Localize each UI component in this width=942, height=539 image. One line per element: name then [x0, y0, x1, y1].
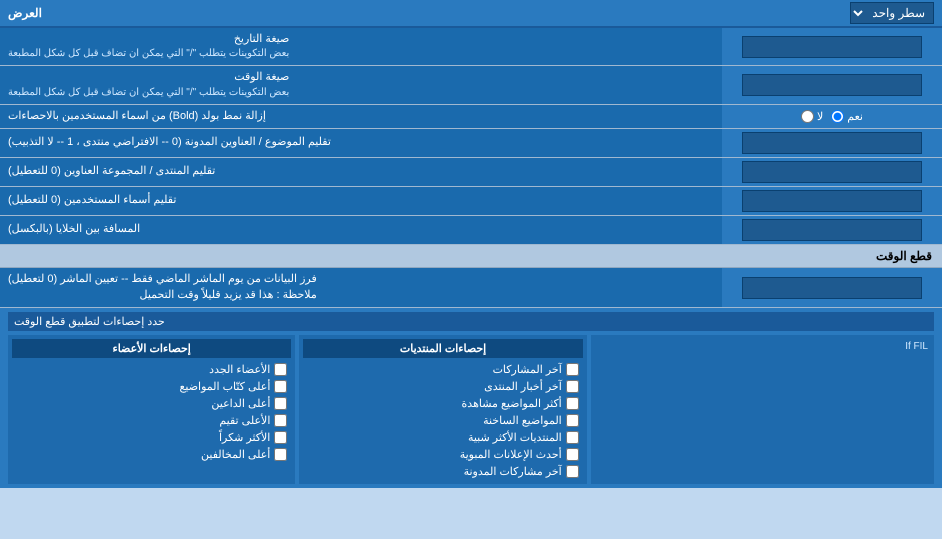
header-row: سطر واحد سطرين ثلاثة أسطر العرض: [0, 0, 942, 28]
time-cut-input[interactable]: 0: [742, 277, 922, 299]
forum-titles-input-container: 33: [722, 129, 942, 157]
bold-remove-label: إزالة نمط بولد (Bold) من اسماء المستخدمي…: [0, 105, 722, 128]
member-stat-label-3: أعلى الداعين: [211, 397, 270, 410]
radio-no-text: لا: [817, 110, 823, 123]
stat-checkbox-5[interactable]: [566, 431, 579, 444]
forum-titles-input[interactable]: 33: [742, 132, 922, 154]
member-stat-item-4: الأعلى تقيم: [12, 412, 291, 429]
time-format-label: صيغة الوقت بعض التكوينات يتطلب "/" التي …: [0, 66, 722, 103]
stat-label-7: آخر مشاركات المدونة: [464, 465, 562, 478]
user-names-row: 0 تقليم أسماء المستخدمين (0 للتعطيل): [0, 187, 942, 216]
date-format-row: d-m صيغة التاريخ بعض التكوينات يتطلب "/"…: [0, 28, 942, 66]
time-cut-input-container: 0: [722, 268, 942, 307]
member-stat-checkbox-2[interactable]: [274, 380, 287, 393]
stats-section: حدد إحصاءات لتطبيق قطع الوقت If FIL إحصا…: [0, 308, 942, 488]
cell-spacing-label: المسافة بين الخلايا (بالبكسل): [0, 216, 722, 244]
member-stat-checkbox-3[interactable]: [274, 397, 287, 410]
date-format-input-container: d-m: [722, 28, 942, 65]
stat-checkbox-6[interactable]: [566, 448, 579, 461]
member-stat-item-3: أعلى الداعين: [12, 395, 291, 412]
radio-no-label[interactable]: لا: [801, 110, 823, 123]
stat-item-6: أحدث الإعلانات المبوية: [303, 446, 582, 463]
radio-yes-label[interactable]: نعم: [831, 110, 863, 123]
stat-label-3: أكثر المواضيع مشاهدة: [462, 397, 562, 410]
date-format-input[interactable]: d-m: [742, 36, 922, 58]
stats-columns: If FIL إحصاءات المنتديات آخر المشاركات آ…: [8, 335, 934, 484]
forum-group-row: 33 تقليم المنتدى / المجموعة العناوين (0 …: [0, 158, 942, 187]
user-names-label: تقليم أسماء المستخدمين (0 للتعطيل): [0, 187, 722, 215]
stat-checkbox-2[interactable]: [566, 380, 579, 393]
member-stat-label-2: أعلى كتّاب المواضيع: [180, 380, 271, 393]
members-stats-header: إحصاءات الأعضاء: [12, 339, 291, 358]
forums-stats-header: إحصاءات المنتديات: [303, 339, 582, 358]
member-stat-label-4: الأعلى تقيم: [219, 414, 270, 427]
stat-item-2: آخر أخبار المنتدى: [303, 378, 582, 395]
stat-label-5: المنتديات الأكثر شبية: [468, 431, 562, 444]
if-fil-label: If FIL: [595, 339, 930, 354]
bold-remove-row: نعم لا إزالة نمط بولد (Bold) من اسماء ال…: [0, 105, 942, 129]
bold-remove-radio-container: نعم لا: [722, 105, 942, 128]
member-stat-label-1: الأعضاء الجدد: [209, 363, 270, 376]
radio-yes[interactable]: [831, 110, 844, 123]
member-stat-item-2: أعلى كتّاب المواضيع: [12, 378, 291, 395]
stats-left-col: If FIL: [591, 335, 934, 484]
member-stat-item-1: الأعضاء الجدد: [12, 361, 291, 378]
member-stat-label-6: أعلى المخالفين: [201, 448, 270, 461]
member-stat-checkbox-1[interactable]: [274, 363, 287, 376]
stat-checkbox-3[interactable]: [566, 397, 579, 410]
stat-item-3: أكثر المواضيع مشاهدة: [303, 395, 582, 412]
stat-checkbox-4[interactable]: [566, 414, 579, 427]
stat-label-6: أحدث الإعلانات المبوية: [460, 448, 562, 461]
stat-label-4: المواضيع الساخنة: [483, 414, 562, 427]
main-container: سطر واحد سطرين ثلاثة أسطر العرض d-m صيغة…: [0, 0, 942, 488]
cell-spacing-input-container: 2: [722, 216, 942, 244]
stat-checkbox-7[interactable]: [566, 465, 579, 478]
stat-item-4: المواضيع الساخنة: [303, 412, 582, 429]
stats-apply-label: حدد إحصاءات لتطبيق قطع الوقت: [8, 312, 934, 331]
user-names-input-container: 0: [722, 187, 942, 215]
forum-group-label: تقليم المنتدى / المجموعة العناوين (0 للت…: [0, 158, 722, 186]
stat-item-7: آخر مشاركات المدونة: [303, 463, 582, 480]
header-label: العرض: [8, 6, 42, 20]
stat-label-1: آخر المشاركات: [493, 363, 562, 376]
stat-label-2: آخر أخبار المنتدى: [484, 380, 562, 393]
forum-group-input-container: 33: [722, 158, 942, 186]
stat-item-5: المنتديات الأكثر شبية: [303, 429, 582, 446]
display-select[interactable]: سطر واحد سطرين ثلاثة أسطر: [850, 2, 934, 24]
forums-stats-col: إحصاءات المنتديات آخر المشاركات آخر أخبا…: [299, 335, 586, 484]
user-names-input[interactable]: 0: [742, 190, 922, 212]
forum-titles-label: تقليم الموضوع / العناوين المدونة (0 -- ا…: [0, 129, 722, 157]
forum-titles-row: 33 تقليم الموضوع / العناوين المدونة (0 -…: [0, 129, 942, 158]
time-format-input-container: H:i: [722, 66, 942, 103]
forum-group-input[interactable]: 33: [742, 161, 922, 183]
time-format-row: H:i صيغة الوقت بعض التكوينات يتطلب "/" ا…: [0, 66, 942, 104]
time-cut-row: 0 فرز البيانات من يوم الماشر الماضي فقط …: [0, 268, 942, 308]
stat-item-1: آخر المشاركات: [303, 361, 582, 378]
time-cut-section-header: قطع الوقت: [0, 245, 942, 268]
cell-spacing-row: 2 المسافة بين الخلايا (بالبكسل): [0, 216, 942, 245]
date-format-label: صيغة التاريخ بعض التكوينات يتطلب "/" الت…: [0, 28, 722, 65]
member-stat-checkbox-6[interactable]: [274, 448, 287, 461]
time-format-input[interactable]: H:i: [742, 74, 922, 96]
member-stat-checkbox-4[interactable]: [274, 414, 287, 427]
members-stats-col: إحصاءات الأعضاء الأعضاء الجدد أعلى كتّاب…: [8, 335, 295, 484]
member-stat-checkbox-5[interactable]: [274, 431, 287, 444]
member-stat-item-5: الأكثر شكراً: [12, 429, 291, 446]
radio-yes-text: نعم: [847, 110, 863, 123]
member-stat-item-6: أعلى المخالفين: [12, 446, 291, 463]
member-stat-label-5: الأكثر شكراً: [219, 431, 270, 444]
cell-spacing-input[interactable]: 2: [742, 219, 922, 241]
display-select-container[interactable]: سطر واحد سطرين ثلاثة أسطر: [850, 2, 934, 24]
stat-checkbox-1[interactable]: [566, 363, 579, 376]
time-cut-label: فرز البيانات من يوم الماشر الماضي فقط --…: [0, 268, 722, 307]
radio-no[interactable]: [801, 110, 814, 123]
